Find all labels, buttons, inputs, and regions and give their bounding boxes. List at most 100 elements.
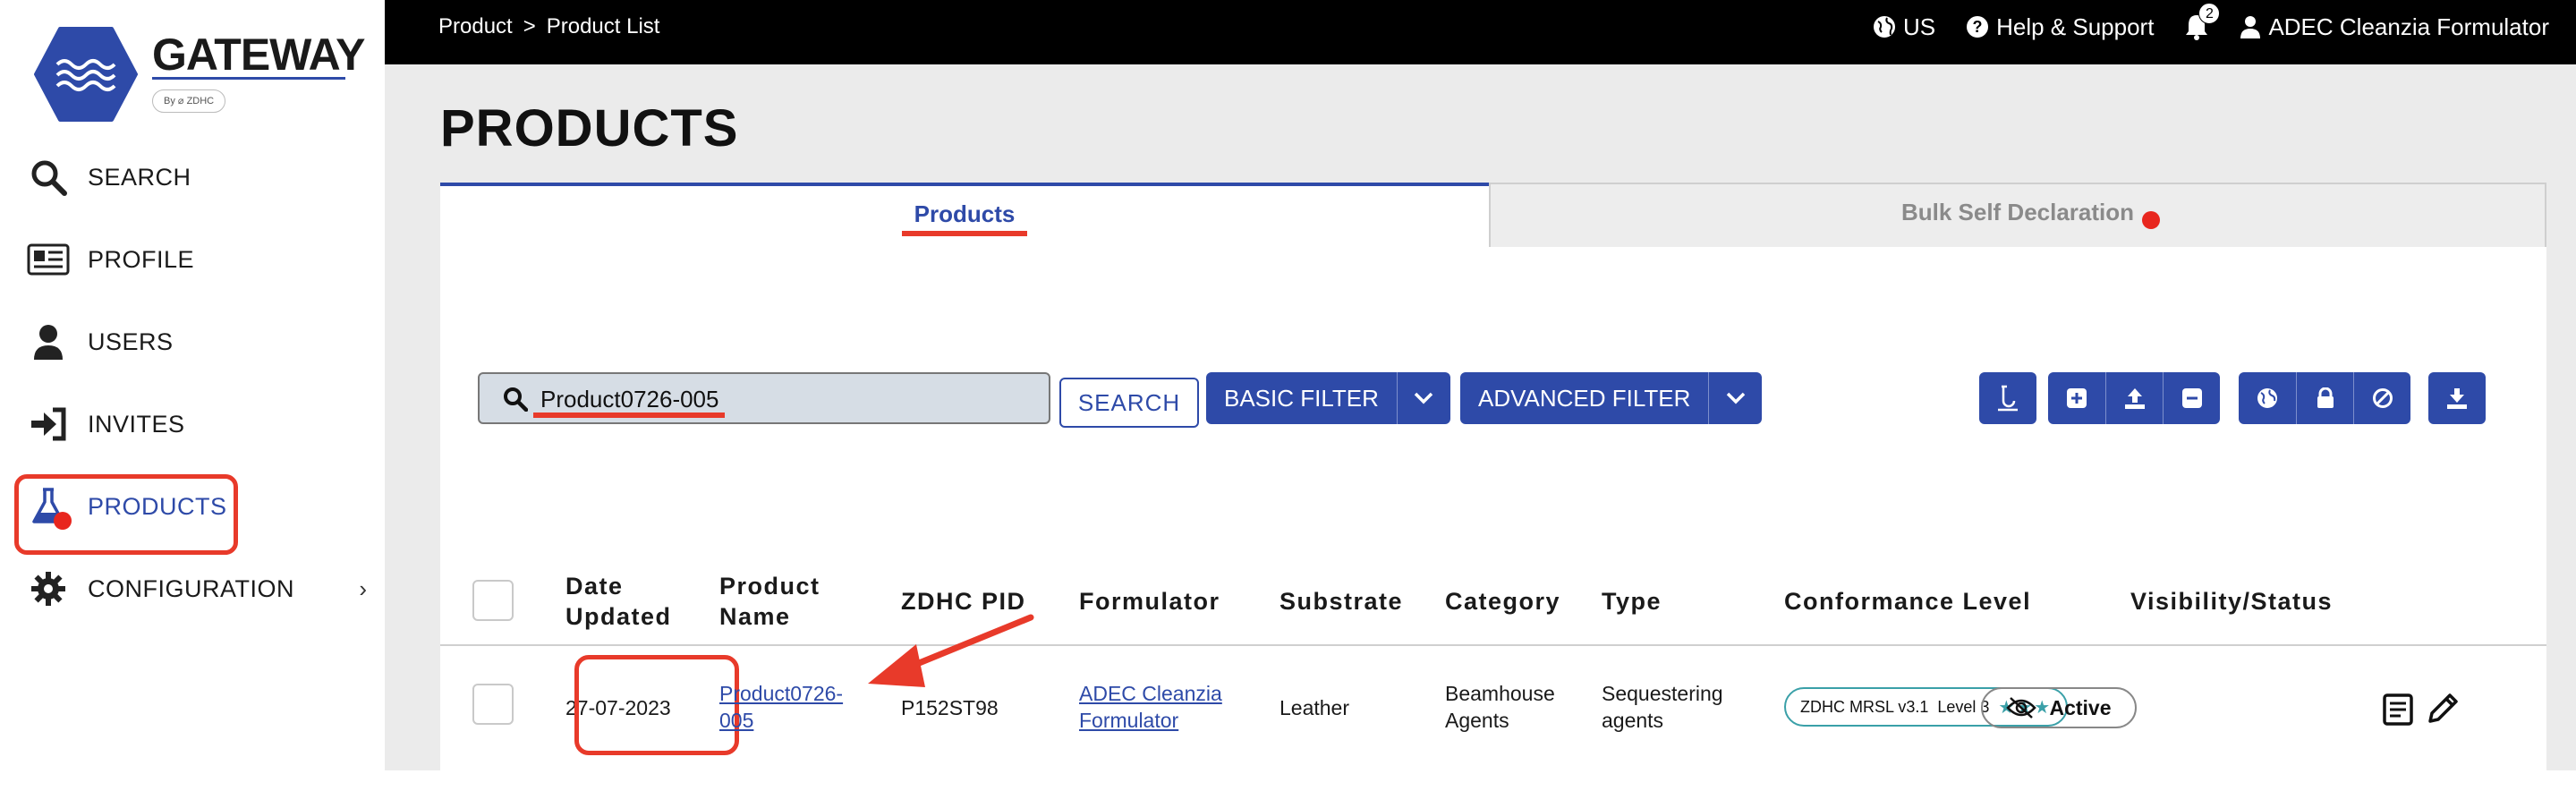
tab-label: Products: [914, 200, 1016, 227]
column-header-date[interactable]: Date Updated: [565, 571, 700, 632]
lock-icon[interactable]: [2296, 372, 2353, 424]
logo-title: GATEWAY: [152, 30, 365, 80]
sidebar-nav: SEARCH PROFILE USERS INVITES PRODUCTS CO…: [0, 136, 385, 630]
search-button[interactable]: SEARCH: [1059, 378, 1199, 428]
lab-icon[interactable]: [1979, 372, 2036, 424]
download-icon[interactable]: [2428, 372, 2486, 424]
sidebar-item-label: PROFILE: [88, 245, 195, 273]
download-action-group: [2428, 372, 2486, 424]
row-checkbox[interactable]: [472, 684, 514, 725]
notification-dot: [54, 512, 72, 530]
sidebar-item-invites[interactable]: INVITES: [0, 383, 385, 465]
details-icon[interactable]: [2382, 693, 2414, 731]
formulator-link[interactable]: ADEC Cleanzia Formulator: [1079, 680, 1240, 734]
gateway-logo[interactable]: GATEWAY By ⌀ ZDHC: [34, 27, 365, 125]
breadcrumb-product-list: Product List: [546, 14, 660, 38]
user-name: ADEC Cleanzia Formulator: [2268, 13, 2549, 40]
page-title: PRODUCTS: [440, 99, 739, 157]
language-selector[interactable]: US: [1873, 13, 1935, 41]
highlight-underline: [902, 231, 1027, 236]
top-actions: US ? Help & Support 2 ADEC Cleanzia Form…: [1873, 0, 2549, 54]
edit-action-group: [2048, 372, 2220, 424]
conformance-standard: ZDHC MRSL v3.1: [1800, 697, 1929, 716]
tab-products[interactable]: Products: [440, 183, 1489, 247]
visibility-action-group: [2239, 372, 2410, 424]
status-label: Active: [2049, 695, 2112, 719]
plus-icon[interactable]: [2048, 372, 2105, 424]
user-icon: [27, 320, 70, 363]
product-name-link[interactable]: Product0726-005: [719, 680, 854, 734]
column-header-type[interactable]: Type: [1602, 586, 1662, 617]
search-icon: [27, 156, 70, 199]
block-icon[interactable]: [2353, 372, 2410, 424]
notifications-button[interactable]: 2: [2184, 3, 2221, 40]
sidebar-item-profile[interactable]: PROFILE: [0, 218, 385, 301]
select-all-checkbox[interactable]: [472, 580, 514, 621]
notification-dot: [2142, 211, 2160, 229]
products-card: Products Bulk Self Declaration SEARCH BA…: [440, 183, 2546, 791]
eye-slash-icon: [2006, 697, 2037, 719]
sidebar-item-label: INVITES: [88, 410, 185, 438]
highlight-box: [574, 655, 739, 755]
flask-icon: [27, 485, 72, 530]
sign-in-icon: [27, 403, 70, 446]
minus-icon[interactable]: [2163, 372, 2220, 424]
basic-filter-label: BASIC FILTER: [1224, 384, 1379, 412]
tabs: Products Bulk Self Declaration: [440, 183, 2546, 247]
sidebar-item-label: SEARCH: [88, 163, 191, 191]
search-icon: [504, 387, 528, 412]
column-header-conformance[interactable]: Conformance Level: [1784, 586, 2031, 617]
tab-label: Bulk Self Declaration: [1900, 199, 2135, 225]
language-label: US: [1902, 13, 1936, 40]
top-bar: Product > Product List US ? Help & Suppo…: [385, 0, 2576, 64]
logo-byline: By ⌀ ZDHC: [152, 89, 226, 113]
column-header-visibility[interactable]: Visibility/Status: [2130, 586, 2333, 617]
advanced-filter-label: ADVANCED FILTER: [1478, 384, 1691, 412]
sidebar-item-products[interactable]: PRODUCTS: [0, 465, 385, 555]
sidebar-item-users[interactable]: USERS: [0, 301, 385, 383]
user-menu[interactable]: ADEC Cleanzia Formulator: [2240, 13, 2549, 41]
cell-category: Beamhouse Agents: [1445, 682, 1555, 732]
cell-type: Sequestering agents: [1602, 682, 1723, 732]
annotation-arrow: [868, 614, 1034, 687]
column-header-formulator[interactable]: Formulator: [1079, 586, 1220, 617]
logo-hexagon-icon: [34, 27, 138, 122]
table-row: 27-07-2023 Product0726-005 P152ST98 ADEC…: [440, 648, 2546, 764]
lab-action-group: [1979, 372, 2036, 424]
column-header-substrate[interactable]: Substrate: [1279, 586, 1403, 617]
notification-count-badge: 2: [2198, 3, 2221, 24]
chevron-down-icon[interactable]: [1396, 372, 1450, 424]
breadcrumb-product[interactable]: Product: [438, 14, 513, 39]
svg-text:?: ?: [1973, 18, 1983, 36]
column-header-category[interactable]: Category: [1445, 586, 1560, 617]
status-badge[interactable]: Active: [1981, 687, 2137, 728]
sidebar-item-label: CONFIGURATION: [88, 574, 294, 602]
chevron-right-icon: ›: [359, 574, 367, 602]
edit-pencil-icon[interactable]: [2425, 691, 2461, 731]
help-support-label: Help & Support: [1996, 13, 2155, 40]
globe-icon[interactable]: [2239, 372, 2296, 424]
sidebar-item-label: USERS: [88, 327, 174, 355]
question-circle-icon: ?: [1967, 16, 1989, 38]
cell-substrate: Leather: [1279, 696, 1350, 719]
sidebar-item-search[interactable]: SEARCH: [0, 136, 385, 218]
main-content: PRODUCTS Products Bulk Self Declaration …: [385, 64, 2576, 791]
sidebar-item-configuration[interactable]: CONFIGURATION ›: [0, 548, 385, 630]
sidebar: GATEWAY By ⌀ ZDHC SEARCH PROFILE USERS I…: [0, 0, 385, 770]
globe-icon: [1873, 16, 1895, 38]
breadcrumb-separator: >: [523, 14, 536, 38]
user-icon: [2240, 16, 2261, 38]
column-header-product-name[interactable]: Product Name: [719, 571, 863, 632]
table-header: Date Updated Product Name ZDHC PID Formu…: [440, 548, 2546, 646]
chevron-down-icon[interactable]: [1708, 372, 1762, 424]
advanced-filter-button[interactable]: ADVANCED FILTER: [1460, 372, 1763, 424]
help-support-link[interactable]: ? Help & Support: [1966, 13, 2154, 41]
profile-card-icon: [27, 238, 70, 281]
search-input[interactable]: [540, 381, 1024, 417]
upload-icon[interactable]: [2105, 372, 2163, 424]
tab-bulk-self-declaration[interactable]: Bulk Self Declaration: [1489, 183, 2546, 247]
highlight-underline: [533, 413, 725, 418]
basic-filter-button[interactable]: BASIC FILTER: [1206, 372, 1450, 424]
breadcrumb: Product > Product List: [438, 0, 659, 54]
gear-icon: [27, 567, 70, 610]
